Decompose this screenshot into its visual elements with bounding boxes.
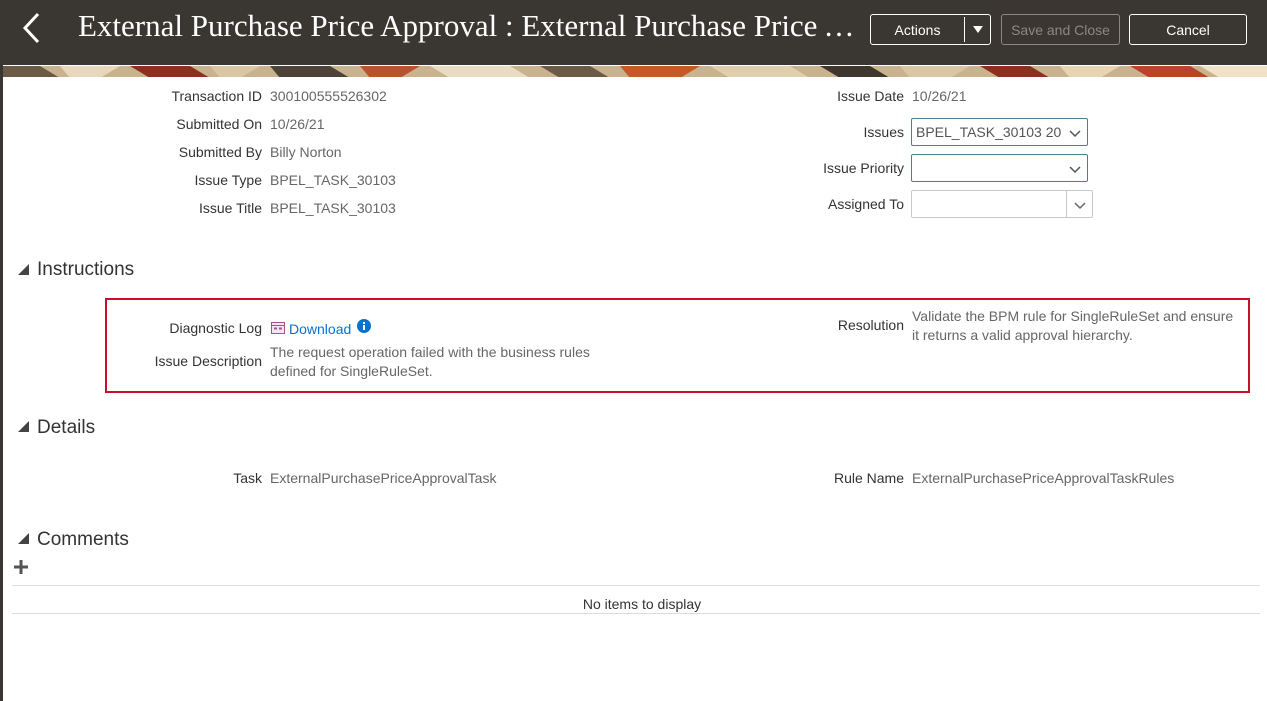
issue-date-label: Issue Date bbox=[837, 88, 904, 104]
assigned-to-label: Assigned To bbox=[827, 196, 904, 212]
issue-type-label: Issue Type bbox=[194, 172, 262, 188]
issue-type-value: BPEL_TASK_30103 bbox=[270, 172, 396, 188]
details-heading: Details bbox=[37, 417, 96, 438]
save-and-close-button[interactable]: Save and Close bbox=[1001, 14, 1120, 45]
no-items-message: No items to display bbox=[582, 596, 702, 612]
info-icon[interactable] bbox=[357, 319, 371, 333]
collapse-details-icon[interactable] bbox=[18, 421, 29, 432]
chevron-down-icon[interactable] bbox=[1072, 197, 1088, 213]
issue-title-label: Issue Title bbox=[198, 200, 262, 216]
submitted-by-label: Submitted By bbox=[178, 144, 262, 160]
submitted-on-value: 10/26/21 bbox=[270, 116, 325, 132]
add-comment-icon[interactable] bbox=[14, 560, 28, 574]
chevron-down-icon[interactable] bbox=[1067, 161, 1083, 177]
page-title: External Purchase Price Approval : Exter… bbox=[78, 8, 858, 43]
comments-bottom-divider bbox=[12, 613, 1260, 614]
collapse-instructions-icon[interactable] bbox=[18, 264, 29, 275]
issue-date-value: 10/26/21 bbox=[912, 88, 967, 104]
decorative-banner bbox=[0, 65, 1267, 77]
issue-description-value: The request operation failed with the bu… bbox=[270, 344, 590, 379]
collapse-comments-icon[interactable] bbox=[18, 533, 29, 544]
diagnostic-log-label: Diagnostic Log bbox=[169, 320, 262, 336]
caret-down-icon[interactable] bbox=[965, 15, 991, 44]
actions-label: Actions bbox=[894, 21, 941, 38]
combobox-divider bbox=[1066, 191, 1067, 217]
issues-label: Issues bbox=[863, 124, 904, 140]
comments-top-divider bbox=[12, 585, 1260, 586]
task-label: Task bbox=[233, 470, 262, 486]
issue-priority-label: Issue Priority bbox=[823, 160, 904, 176]
submitted-on-label: Submitted On bbox=[176, 116, 262, 132]
issues-select[interactable]: BPEL_TASK_30103 2021 bbox=[911, 118, 1088, 146]
issues-select-value: BPEL_TASK_30103 2021 bbox=[916, 124, 1061, 140]
submitted-by-value: Billy Norton bbox=[270, 144, 342, 160]
cancel-button[interactable]: Cancel bbox=[1129, 14, 1247, 45]
issue-priority-select[interactable] bbox=[911, 154, 1088, 182]
assigned-to-combobox[interactable] bbox=[911, 190, 1093, 218]
actions-menu-button[interactable]: Actions bbox=[870, 14, 991, 45]
left-border bbox=[0, 65, 3, 701]
rule-name-value: ExternalPurchasePriceApprovalTaskRules bbox=[912, 470, 1175, 486]
transaction-id-value: 300100555526302 bbox=[270, 88, 387, 104]
issue-description-label: Issue Description bbox=[154, 353, 262, 369]
transaction-id-label: Transaction ID bbox=[171, 88, 262, 104]
task-value: ExternalPurchasePriceApprovalTask bbox=[270, 470, 497, 486]
resolution-value: Validate the BPM rule for SingleRuleSet … bbox=[912, 308, 1234, 343]
attachment-icon bbox=[271, 321, 285, 334]
chevron-down-icon[interactable] bbox=[1067, 125, 1083, 141]
page-header: External Purchase Price Approval : Exter… bbox=[0, 0, 1267, 65]
rule-name-label: Rule Name bbox=[833, 470, 904, 486]
instructions-heading: Instructions bbox=[37, 259, 135, 280]
download-link[interactable]: Download bbox=[289, 321, 351, 337]
back-icon[interactable] bbox=[18, 10, 48, 46]
resolution-label: Resolution bbox=[837, 317, 904, 333]
issue-title-value: BPEL_TASK_30103 bbox=[270, 200, 396, 216]
comments-heading: Comments bbox=[37, 529, 129, 550]
